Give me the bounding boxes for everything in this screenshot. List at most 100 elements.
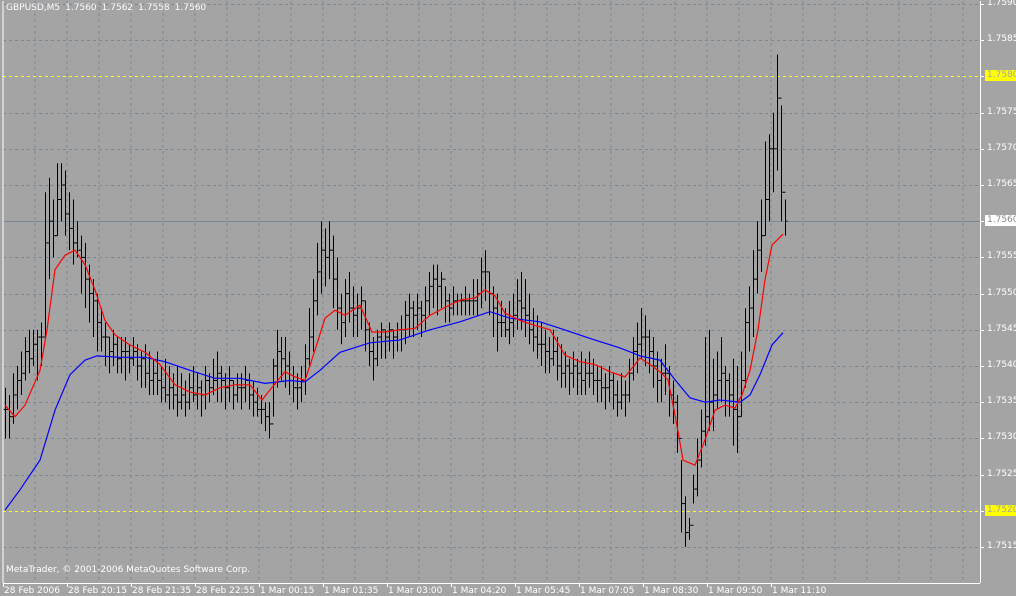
time-label: 1 Mar 04:20 — [452, 586, 507, 596]
ohlc-bar — [155, 351, 160, 395]
high-value: 1.7562 — [101, 3, 134, 13]
ohlc-bar — [51, 199, 56, 258]
ohlc-bar — [379, 322, 384, 359]
close-value: 1.7560 — [174, 3, 207, 13]
ohlc-bar — [323, 228, 328, 287]
ohlc-bar — [375, 329, 380, 366]
ohlc-bar — [199, 380, 204, 417]
ohlc-bar — [343, 279, 348, 338]
ohlc-bar — [203, 366, 208, 410]
time-label: 28 Feb 2006 — [4, 586, 61, 596]
ohlc-bar — [407, 293, 412, 338]
time-label: 1 Mar 08:30 — [644, 586, 699, 596]
ohlc-bar — [351, 286, 356, 338]
ohlc-bar — [635, 322, 640, 374]
ohlc-bar — [579, 351, 584, 395]
ohlc-bar — [47, 177, 52, 280]
price-label: 1.7585 — [987, 34, 1016, 45]
ohlc-bar — [183, 380, 188, 417]
ohlc-bar — [755, 221, 760, 294]
ohlc-bar — [311, 279, 316, 352]
price-label: 1.7535 — [987, 396, 1016, 407]
ohlc-bar — [575, 358, 580, 395]
ohlc-bar — [327, 221, 332, 280]
price-label: 1.7525 — [987, 468, 1016, 479]
ohlc-bar — [251, 380, 256, 417]
low-value: 1.7558 — [138, 3, 170, 13]
ohlc-bar — [307, 308, 312, 366]
time-label: 1 Mar 07:05 — [580, 586, 635, 596]
ohlc-bar — [267, 402, 272, 439]
ohlc-bar — [547, 337, 552, 374]
ohlc-bar — [527, 293, 532, 345]
price-label: 1.7560 — [985, 215, 1016, 227]
ohlc-bar — [571, 351, 576, 388]
ohlc-bar — [159, 366, 164, 403]
ohlc-bar — [515, 279, 520, 330]
ohlc-bar — [647, 329, 652, 374]
ohlc-bar — [619, 373, 624, 410]
time-label: 1 Mar 11:10 — [772, 586, 827, 596]
ohlc-bar — [463, 286, 468, 316]
ohlc-bar — [435, 264, 440, 316]
ohlc-bar — [235, 373, 240, 403]
price-label: 1.7570 — [987, 142, 1016, 153]
ohlc-bar — [583, 358, 588, 395]
ohlc-bar — [603, 373, 608, 410]
ohlc-bar — [739, 351, 744, 418]
ohlc-bar — [727, 373, 732, 417]
price-label: 1.7575 — [987, 106, 1016, 117]
ohlc-bar — [119, 337, 124, 374]
ohlc-bar — [179, 373, 184, 410]
ohlc-bar — [243, 366, 248, 403]
ohlc-bar — [411, 300, 416, 338]
ohlc-bar — [195, 373, 200, 410]
ohlc-bar — [299, 366, 304, 403]
ohlc-bar — [315, 242, 320, 316]
price-chart[interactable] — [0, 0, 1016, 596]
ohlc-bar — [23, 337, 28, 381]
ohlc-bar — [567, 358, 572, 395]
ohlc-bar — [691, 474, 696, 526]
ohlc-bar — [31, 329, 36, 366]
ohlc-bar — [507, 300, 512, 345]
time-label: 1 Mar 03:00 — [388, 586, 443, 596]
ohlc-bar — [719, 337, 724, 403]
ohlc-bar — [19, 351, 24, 395]
ohlc-bar — [291, 366, 296, 403]
copyright-text: MetaTrader, © 2001-2006 MetaQuotes Softw… — [6, 565, 251, 575]
price-label: 1.7580 — [985, 70, 1016, 82]
ohlc-bar — [131, 337, 136, 366]
price-label: 1.7515 — [987, 541, 1016, 551]
time-label: 28 Feb 22:55 — [196, 586, 256, 596]
ohlc-bar — [587, 351, 592, 388]
ohlc-bar — [83, 242, 88, 309]
ohlc-bar — [335, 257, 340, 330]
ohlc-bar — [115, 337, 120, 374]
ohlc-bar — [743, 308, 748, 388]
ohlc-bar — [775, 54, 780, 171]
ohlc-bar — [215, 351, 220, 403]
ohlc-bar — [399, 315, 404, 352]
price-label: 1.7550 — [987, 287, 1016, 298]
price-label: 1.7545 — [987, 323, 1016, 334]
ohlc-bar — [167, 366, 172, 410]
ohlc-bar — [43, 192, 48, 338]
price-label: 1.7590 — [987, 0, 1016, 9]
symbol-label: GBPUSD,M5 — [6, 3, 61, 13]
ohlc-bar — [79, 235, 84, 294]
ohlc-bar — [751, 250, 756, 338]
ohlc-bar — [175, 366, 180, 417]
ohlc-bar — [391, 329, 396, 359]
ohlc-bar — [431, 264, 436, 309]
ohlc-bar — [443, 278, 448, 323]
ohlc-bar — [631, 337, 636, 381]
time-label: 28 Feb 21:35 — [132, 586, 192, 596]
ohlc-bar — [143, 344, 148, 388]
ohlc-bar — [563, 351, 568, 388]
ohlc-bar — [531, 308, 536, 352]
time-label: 1 Mar 01:35 — [324, 586, 379, 596]
time-label: 28 Feb 20:15 — [68, 586, 128, 596]
ohlc-bar — [303, 344, 308, 395]
ohlc-bar — [683, 496, 688, 547]
